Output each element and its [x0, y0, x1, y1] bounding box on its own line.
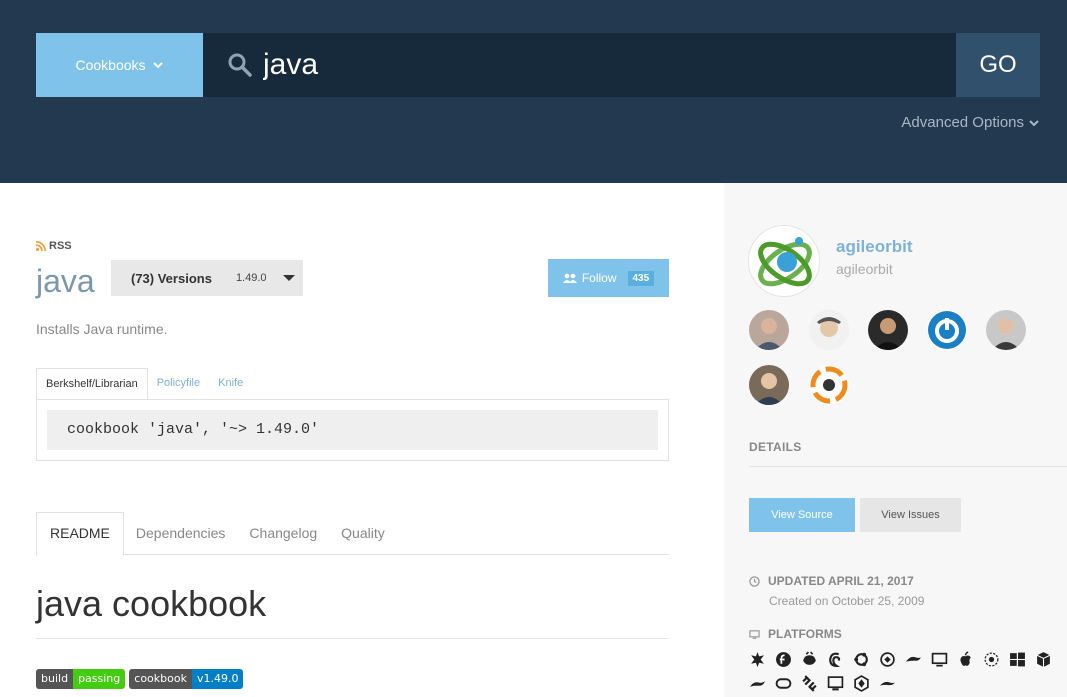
view-issues-button[interactable]: View Issues — [860, 498, 961, 532]
advanced-options-toggle[interactable]: Advanced Options — [901, 114, 1040, 131]
tab-knife[interactable]: Knife — [209, 368, 252, 399]
readme-divider — [36, 638, 669, 639]
follow-label: Follow — [581, 271, 617, 285]
freebsd-icon — [775, 678, 792, 689]
badge-right-label: v1.49.0 — [191, 669, 244, 689]
badge-left-label: cookbook — [129, 669, 192, 689]
search-field — [203, 33, 956, 97]
person-avatar-icon — [874, 318, 902, 350]
power-logo-icon — [928, 311, 966, 349]
users-icon — [562, 273, 577, 283]
readme-heading: java cookbook — [36, 583, 267, 624]
tab-dependencies[interactable]: Dependencies — [124, 512, 238, 554]
collaborator-avatar[interactable] — [749, 365, 789, 405]
site-header: Cookbooks GO Advanced Options — [0, 0, 1067, 183]
mint-icon — [827, 676, 844, 691]
windows-icon — [1010, 652, 1025, 667]
cookbook-title: java — [36, 263, 95, 299]
install-tabs: Berkshelf/Librarian Policyfile Knife — [36, 368, 252, 399]
platforms-row: PLATFORMS — [749, 627, 842, 641]
collaborator-avatar[interactable] — [809, 365, 849, 405]
search-category-dropdown[interactable]: Cookbooks — [36, 33, 203, 97]
details-heading: DETAILS — [749, 440, 802, 454]
person-avatar-icon — [817, 317, 841, 337]
updated-row: UPDATED APRIL 21, 2017 — [749, 574, 914, 588]
platform-icons — [749, 651, 1059, 692]
search-icon — [228, 53, 252, 77]
details-divider — [749, 466, 1067, 467]
owner-avatar[interactable] — [748, 225, 820, 297]
created-label: Created on October 25, 2009 — [769, 594, 925, 608]
sidebar: agileorbit agileorbit DETAILS View Sourc… — [724, 183, 1067, 697]
owner-username: agileorbit — [836, 261, 893, 277]
build-status-badge[interactable]: build passing — [36, 669, 126, 689]
install-code[interactable]: cookbook 'java', '~> 1.49.0' — [47, 410, 658, 450]
versions-label: (73) Versions — [131, 270, 212, 286]
redhat-icon — [803, 651, 816, 665]
xenserver-icon — [931, 652, 948, 667]
caret-down-icon — [282, 275, 295, 281]
collaborator-avatar[interactable] — [868, 310, 908, 350]
cookbook-description: Installs Java runtime. — [36, 321, 168, 337]
versions-dropdown[interactable]: (73) Versions 1.49.0 — [111, 260, 303, 296]
gear-logo-icon — [810, 366, 848, 404]
badge-left-label: build — [36, 669, 74, 689]
arch-icon — [750, 681, 765, 687]
follow-button[interactable]: Follow 435 — [548, 259, 669, 297]
search-input[interactable] — [263, 48, 863, 82]
badge-right-label: passing — [73, 669, 126, 689]
scientific-icon — [880, 652, 895, 667]
clock-icon — [749, 575, 760, 587]
collaborator-avatar[interactable] — [809, 310, 849, 350]
smartos-icon — [802, 675, 817, 692]
view-source-button[interactable]: View Source — [749, 498, 855, 532]
suse-icon — [984, 652, 999, 667]
collaborator-avatar[interactable] — [927, 310, 967, 350]
rss-link[interactable]: RSS — [36, 240, 72, 252]
tab-changelog[interactable]: Changelog — [237, 512, 329, 554]
debian-icon — [829, 652, 841, 667]
readme-tabs: README Dependencies Changelog Quality — [36, 512, 669, 556]
chevron-down-icon — [152, 62, 163, 69]
collaborator-avatar[interactable] — [986, 310, 1026, 350]
rss-label: RSS — [49, 240, 72, 252]
ubuntu-icon — [854, 652, 868, 667]
search-category-label: Cookbooks — [75, 57, 146, 73]
tab-readme[interactable]: README — [36, 512, 124, 556]
tab-policyfile[interactable]: Policyfile — [148, 368, 209, 399]
amazon-icon — [1036, 652, 1051, 667]
person-avatar-icon — [755, 318, 783, 350]
agileorbit-logo-icon — [758, 237, 812, 287]
oracle-icon — [906, 656, 921, 662]
rss-icon — [36, 241, 46, 251]
person-avatar-icon — [755, 373, 783, 405]
fedora-icon — [776, 652, 791, 667]
collaborator-avatar[interactable] — [749, 310, 789, 350]
updated-label: UPDATED APRIL 21, 2017 — [768, 574, 914, 588]
advanced-options-label: Advanced Options — [901, 114, 1024, 131]
person-avatar-icon — [992, 318, 1020, 350]
search-bar: Cookbooks GO — [36, 33, 1040, 97]
openbsd-icon — [854, 675, 869, 692]
tab-quality[interactable]: Quality — [329, 512, 397, 554]
centos-icon — [751, 652, 764, 667]
readme-badges: build passing cookbook v1.49.0 — [36, 669, 244, 689]
follow-count-badge: 435 — [627, 270, 655, 286]
opensuse-icon — [880, 681, 895, 686]
owner-name[interactable]: agileorbit — [836, 237, 913, 257]
chevron-down-icon — [1029, 119, 1039, 126]
go-button[interactable]: GO — [956, 33, 1040, 97]
cookbook-version-badge[interactable]: cookbook v1.49.0 — [129, 669, 244, 689]
current-version: 1.49.0 — [235, 272, 267, 284]
install-box: cookbook 'java', '~> 1.49.0' — [36, 399, 669, 461]
tab-berkshelf[interactable]: Berkshelf/Librarian — [36, 368, 148, 399]
mac-os-x-icon — [960, 651, 971, 666]
monitor-icon — [749, 629, 760, 639]
platforms-label: PLATFORMS — [768, 627, 842, 641]
